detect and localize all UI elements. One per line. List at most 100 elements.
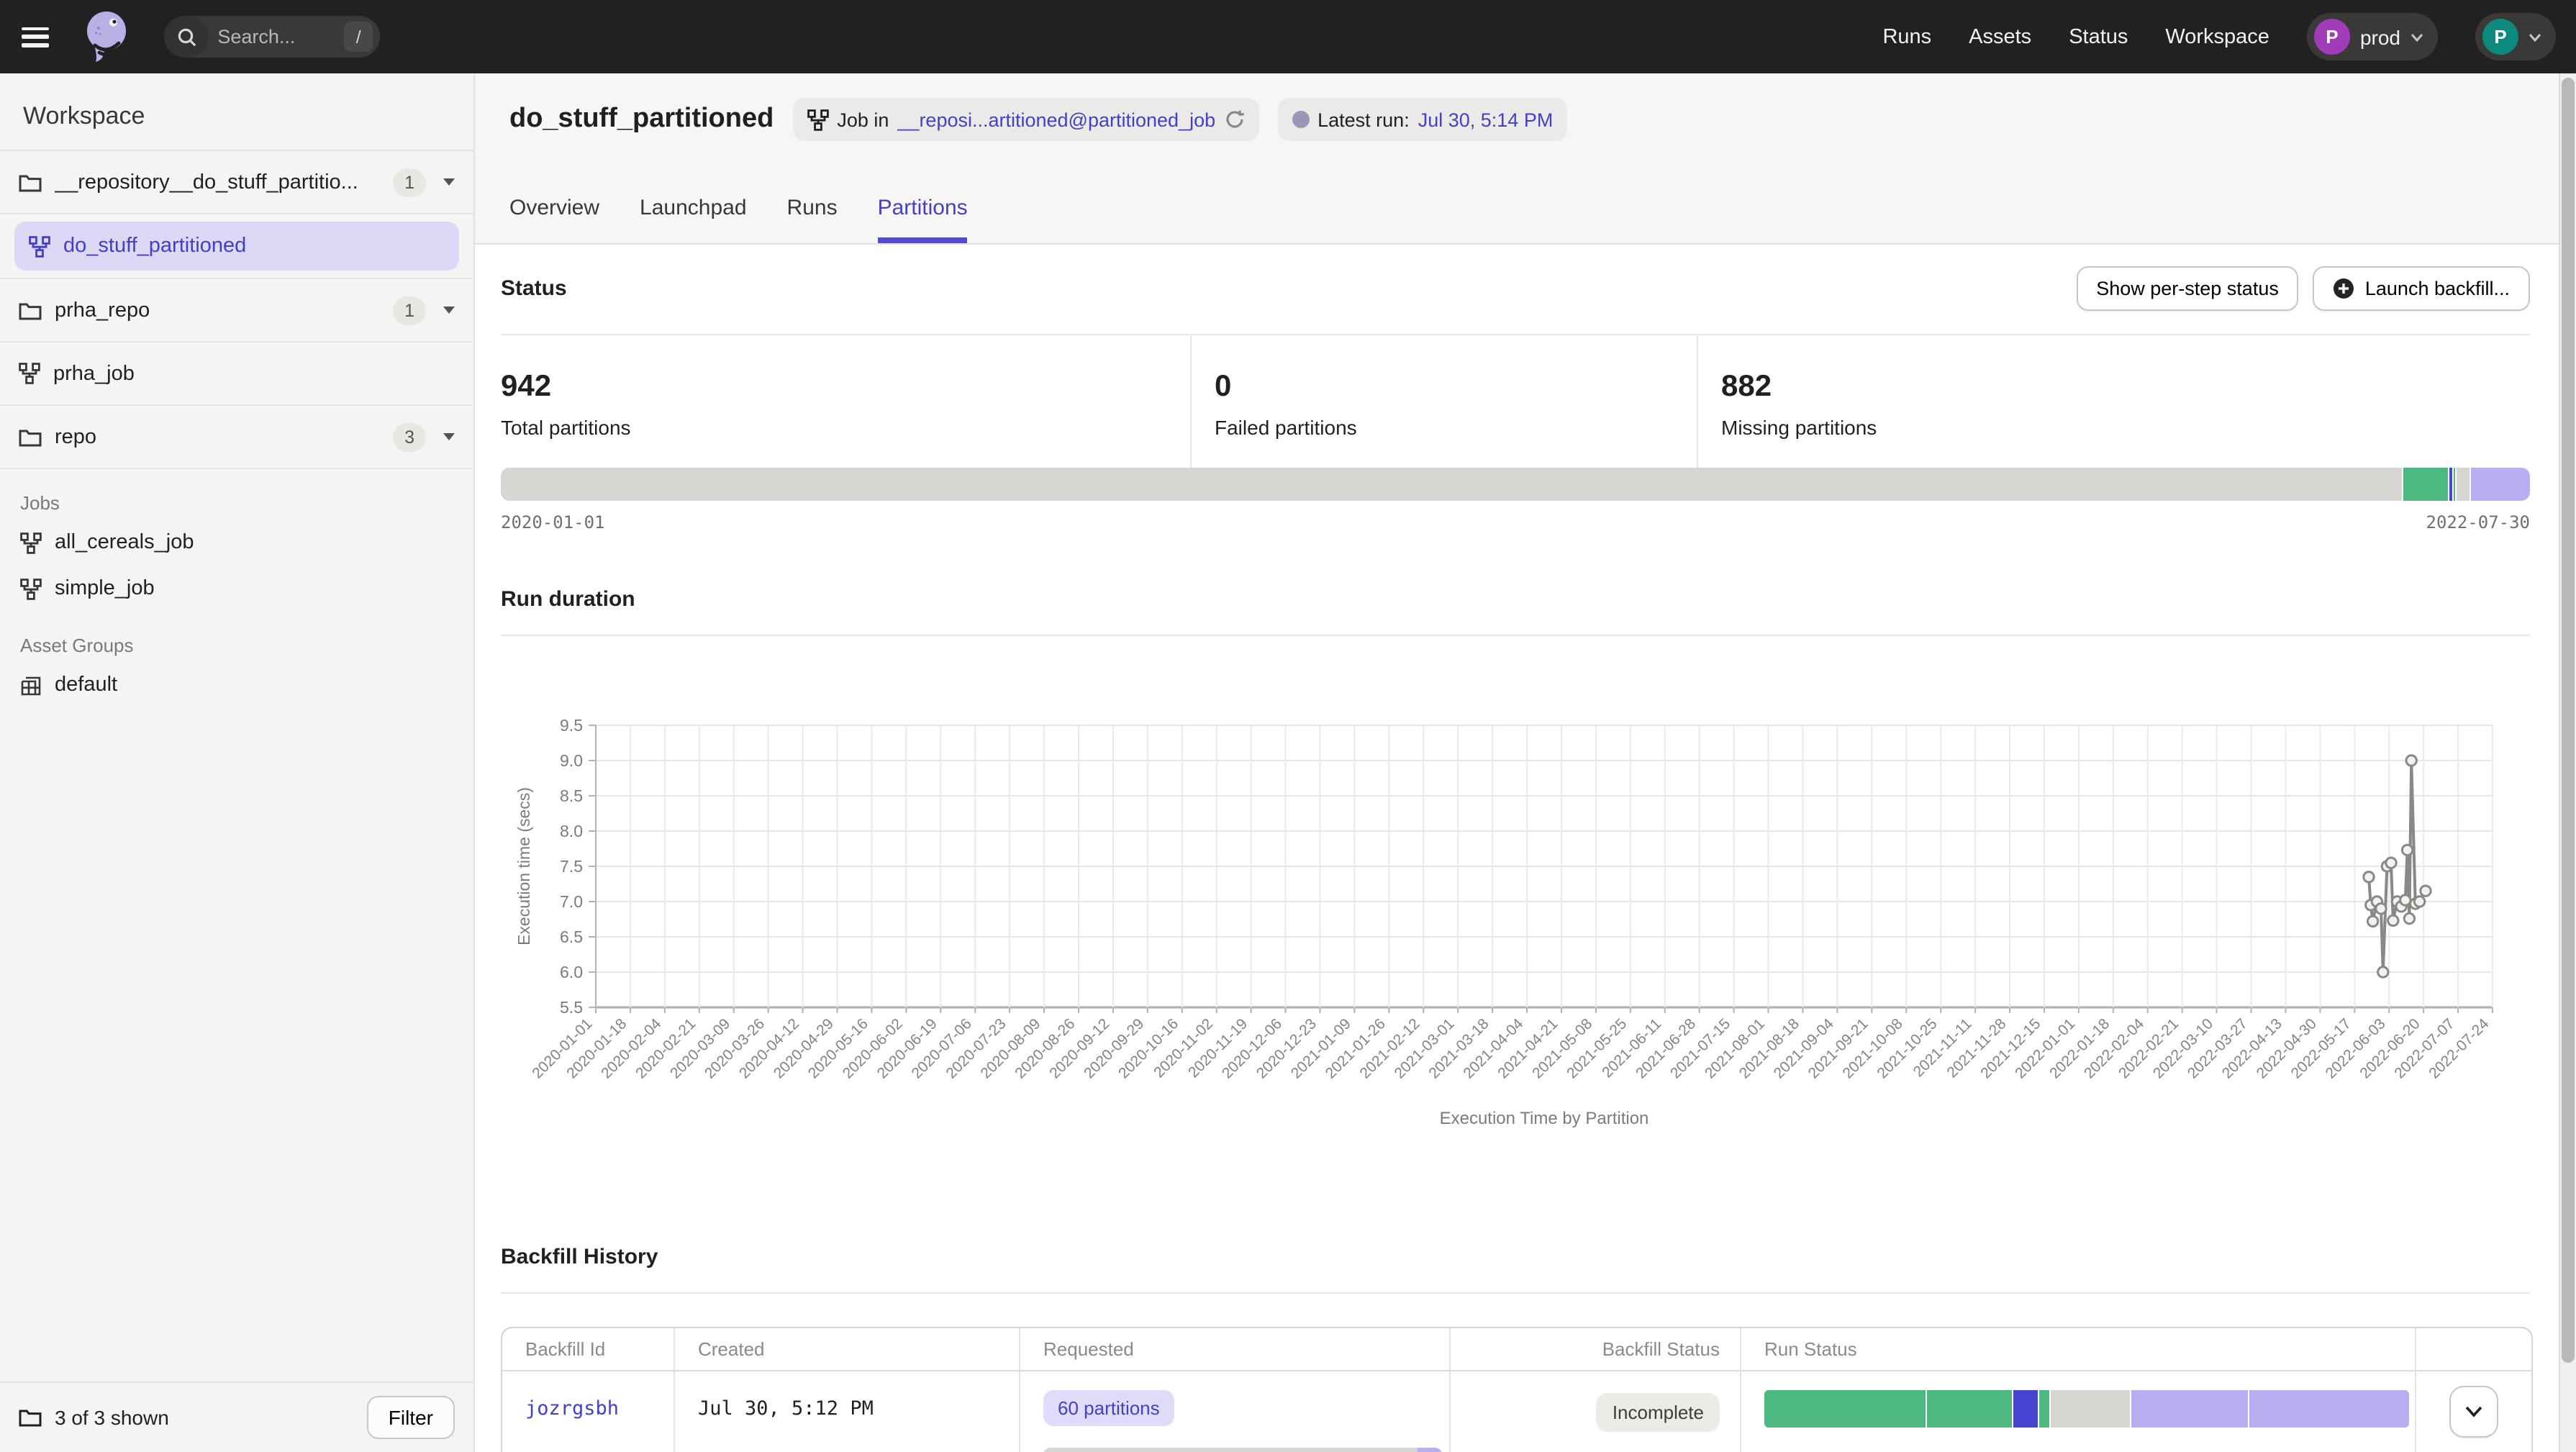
tab-overview[interactable]: Overview — [509, 196, 599, 243]
section-label: Jobs — [20, 492, 453, 514]
refresh-icon[interactable] — [1224, 109, 1244, 130]
nav-link-assets[interactable]: Assets — [1969, 25, 2031, 48]
tab-bar: Overview Launchpad Runs Partitions — [509, 196, 2530, 243]
svg-text:Execution time (secs): Execution time (secs) — [514, 787, 533, 945]
bar-segment-lavender — [1417, 1448, 1442, 1452]
item-count-badge: 1 — [393, 168, 426, 196]
sidebar-item-repo[interactable]: repo3 — [0, 406, 473, 469]
sidebar-item-label: prha_repo — [55, 299, 393, 322]
tab-launchpad[interactable]: Launchpad — [640, 196, 747, 243]
caret-down-icon[interactable] — [443, 178, 455, 186]
sidebar-item-label: __repository__do_stuff_partitio... — [55, 171, 393, 194]
dagster-logo-icon — [81, 8, 132, 65]
svg-text:6.0: 6.0 — [560, 963, 583, 981]
main-content: do_stuff_partitioned Job in __reposi...a… — [475, 73, 2559, 1452]
stat-label: Failed partitions — [1215, 416, 1697, 439]
tab-partitions[interactable]: Partitions — [878, 196, 968, 243]
job-icon — [20, 578, 42, 599]
sidebar-item-do_stuff_partitioned[interactable]: do_stuff_partitioned — [14, 222, 459, 271]
bar-segment-green — [1764, 1390, 1926, 1428]
requested-range-bar — [1043, 1448, 1442, 1452]
bar-segment-indigo — [2011, 1390, 2038, 1428]
partition-status-bar[interactable] — [501, 468, 2530, 501]
jobs-section: Jobs all_cereals_jobsimple_job — [0, 469, 473, 612]
job-tag-prefix: Job in — [837, 109, 889, 130]
bar-segment-lavender — [2130, 1390, 2248, 1428]
tab-runs[interactable]: Runs — [787, 196, 838, 243]
search-input[interactable] — [217, 26, 332, 47]
sidebar-item-label: repo — [55, 425, 393, 448]
search-box[interactable]: / — [164, 16, 380, 58]
caret-down-icon[interactable] — [443, 307, 455, 314]
column-header: Created — [674, 1328, 1019, 1371]
sidebar-item-label: do_stuff_partitioned — [63, 235, 246, 258]
page-header: do_stuff_partitioned Job in __reposi...a… — [475, 73, 2559, 245]
bar-start-date: 2020-01-01 — [501, 512, 605, 532]
item-count-badge: 1 — [393, 296, 426, 325]
stat-label: Total partitions — [501, 416, 1190, 439]
search-shortcut-key: / — [344, 22, 373, 52]
sidebar-item-simple_job[interactable]: simple_job — [0, 566, 473, 612]
requested-partitions-pill[interactable]: 60 partitions — [1043, 1390, 1174, 1426]
scrollbar[interactable] — [2559, 73, 2576, 1452]
nav-link-runs[interactable]: Runs — [1882, 25, 1931, 48]
user-avatar: P — [2482, 19, 2518, 55]
asset-groups-section: Asset Groupsdefault — [0, 612, 473, 708]
sidebar-item-prha_repo[interactable]: prha_repo1 — [0, 279, 473, 342]
run-status-bar[interactable] — [1764, 1390, 2409, 1428]
svg-text:8.0: 8.0 — [560, 822, 583, 840]
column-header: Backfill Status — [1449, 1328, 1740, 1371]
sidebar-item-default[interactable]: default — [0, 662, 473, 708]
scrollbar-thumb[interactable] — [2562, 78, 2575, 1363]
column-header — [2415, 1328, 2531, 1371]
caret-down-icon[interactable] — [443, 433, 455, 440]
expand-row-button[interactable] — [2449, 1386, 2498, 1438]
bar-segment-green — [1926, 1390, 2011, 1428]
nav-link-status[interactable]: Status — [2069, 25, 2128, 48]
item-count-badge: 3 — [393, 422, 426, 451]
job-tag-link[interactable]: __reposi...artitioned@partitioned_job — [897, 109, 1215, 130]
bar-segment-lavender — [2470, 468, 2530, 501]
menu-icon[interactable] — [22, 27, 49, 47]
user-menu[interactable]: P — [2475, 13, 2556, 60]
folder-icon — [19, 1407, 42, 1428]
nav-links: Runs Assets Status Workspace P prod P — [1882, 13, 2556, 60]
svg-text:9.0: 9.0 — [560, 751, 583, 770]
chevron-down-icon — [2411, 32, 2423, 41]
chevron-down-icon — [2465, 1406, 2482, 1417]
sidebar-item-all_cereals_job[interactable]: all_cereals_job — [0, 519, 473, 566]
sidebar-title: Workspace — [0, 73, 473, 151]
backfill-status-badge: Incomplete — [1597, 1393, 1720, 1432]
backfill-id-link[interactable]: jozrgsbh — [525, 1371, 674, 1420]
bar-segment-gray — [1043, 1448, 1417, 1452]
folder-icon — [19, 427, 42, 447]
repos-shown-count: 3 of 3 shown — [55, 1406, 169, 1429]
status-section-title: Status — [501, 276, 567, 301]
stat-total-partitions: 942 Total partitions — [501, 335, 1190, 468]
bar-segment-gray — [2455, 468, 2470, 501]
job-icon — [29, 235, 50, 257]
sidebar-item-__repository__do_stuff_partitio...[interactable]: __repository__do_stuff_partitio...1 — [0, 151, 473, 214]
show-per-step-status-button[interactable]: Show per-step status — [2076, 266, 2299, 311]
nav-link-workspace[interactable]: Workspace — [2165, 25, 2269, 48]
svg-text:9.5: 9.5 — [560, 716, 583, 735]
stat-value: 942 — [501, 370, 1190, 404]
bar-segment-green — [2038, 1390, 2049, 1428]
deployment-label: prod — [2360, 25, 2400, 48]
filter-button[interactable]: Filter — [367, 1396, 455, 1439]
sidebar-item-prha_job[interactable]: prha_job — [0, 342, 473, 406]
stat-missing-partitions: 882Missing partitions — [1697, 335, 2530, 468]
sidebar-footer: 3 of 3 shown Filter — [0, 1381, 473, 1452]
grid-icon — [20, 674, 42, 696]
table-row: jozrgsbh Jul 30, 5:12 PM 60 partitions 2… — [502, 1371, 2531, 1452]
svg-text:7.5: 7.5 — [560, 857, 583, 876]
launch-backfill-button[interactable]: Launch backfill... — [2313, 266, 2530, 311]
backfill-history-table: Backfill IdCreatedRequestedBackfill Stat… — [501, 1327, 2533, 1452]
sidebar-item-label: default — [55, 673, 117, 696]
latest-run-tag: Latest run: Jul 30, 5:14 PM — [1277, 98, 1567, 141]
deployment-switcher[interactable]: P prod — [2307, 13, 2438, 60]
bar-segment-lavender — [2248, 1390, 2409, 1428]
dagster-app: / Runs Assets Status Workspace P prod P Wor… — [0, 0, 2576, 1452]
latest-run-time-link[interactable]: Jul 30, 5:14 PM — [1418, 109, 1554, 130]
stat-value: 882 — [1721, 370, 2530, 404]
